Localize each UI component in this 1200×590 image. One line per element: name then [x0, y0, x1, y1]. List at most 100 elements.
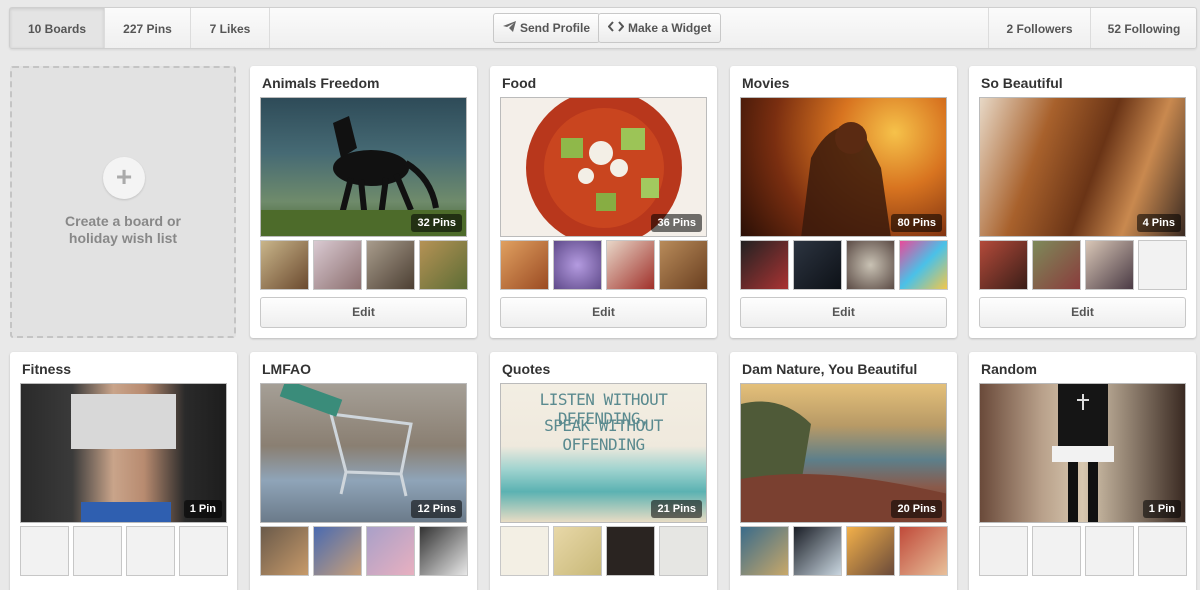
thumbnail[interactable] [553, 240, 602, 290]
likes-tab[interactable]: 7 Likes [191, 8, 270, 48]
pin-count-badge: 1 Pin [1142, 500, 1181, 518]
thumbnail[interactable] [846, 240, 895, 290]
thumbnail[interactable] [179, 526, 228, 576]
thumbnail[interactable] [1138, 240, 1187, 290]
thumbnail[interactable] [1085, 240, 1134, 290]
pin-count-badge: 1 Pin [183, 500, 222, 518]
board-cover-image[interactable]: 1 Pin [20, 383, 227, 523]
board-title[interactable]: Quotes [502, 361, 550, 377]
board-card[interactable]: Animals Freedom 32 Pins Edit [250, 66, 477, 338]
board-card[interactable]: Food 36 Pins Edit [490, 66, 717, 338]
thumbnail[interactable] [606, 240, 655, 290]
following-tab[interactable]: 52 Following [1090, 8, 1197, 48]
thumbnail[interactable] [606, 526, 655, 576]
thumbnail[interactable] [366, 526, 415, 576]
thumbnail[interactable] [793, 526, 842, 576]
board-thumbnails [979, 526, 1187, 576]
board-cover-image[interactable]: 4 Pins [979, 97, 1186, 237]
thumbnail[interactable] [73, 526, 122, 576]
thumbnail[interactable] [366, 240, 415, 290]
send-profile-label: Send Profile [520, 21, 591, 35]
create-board-tile[interactable]: + Create a board or holiday wish list [10, 66, 236, 338]
pin-count-badge: 32 Pins [411, 214, 462, 232]
board-card[interactable]: Random 1 Pin [969, 352, 1196, 590]
pins-tab[interactable]: 227 Pins [105, 8, 191, 48]
board-title[interactable]: Movies [742, 75, 789, 91]
edit-board-button[interactable]: Edit [740, 297, 947, 328]
thumbnail[interactable] [260, 526, 309, 576]
board-cover-image[interactable]: 36 Pins [500, 97, 707, 237]
board-card[interactable]: Fitness 1 Pin [10, 352, 237, 590]
thumbnail[interactable] [899, 240, 948, 290]
boards-tab[interactable]: 10 Boards [10, 8, 105, 48]
pin-count-badge: 20 Pins [891, 500, 942, 518]
thumbnail[interactable] [419, 240, 468, 290]
thumbnail[interactable] [419, 526, 468, 576]
thumbnail[interactable] [793, 240, 842, 290]
board-thumbnails [500, 240, 708, 290]
thumbnail[interactable] [553, 526, 602, 576]
board-thumbnails [500, 526, 708, 576]
make-widget-label: Make a Widget [628, 21, 712, 35]
send-profile-button[interactable]: Send Profile [493, 13, 601, 43]
pin-count-badge: 21 Pins [651, 500, 702, 518]
create-board-text: Create a board or holiday wish list [65, 213, 181, 246]
board-thumbnails [260, 526, 468, 576]
board-cover-image[interactable]: 1 Pin [979, 383, 1186, 523]
pin-count-badge: 80 Pins [891, 214, 942, 232]
plus-icon: + [103, 157, 145, 199]
board-thumbnails [740, 240, 948, 290]
thumbnail[interactable] [979, 526, 1028, 576]
board-thumbnails [260, 240, 468, 290]
board-title[interactable]: Dam Nature, You Beautiful [742, 361, 917, 377]
pin-count-badge: 4 Pins [1136, 214, 1181, 232]
pin-count-badge: 12 Pins [411, 500, 462, 518]
thumbnail[interactable] [1138, 526, 1187, 576]
thumbnail[interactable] [1032, 240, 1081, 290]
board-cover-image[interactable]: LISTEN WITHOUT DEFENDING, SPEAK WITHOUT … [500, 383, 707, 523]
board-cover-image[interactable]: 80 Pins [740, 97, 947, 237]
thumbnail[interactable] [126, 526, 175, 576]
board-title[interactable]: Food [502, 75, 536, 91]
board-title[interactable]: Fitness [22, 361, 71, 377]
thumbnail[interactable] [846, 526, 895, 576]
profile-toolbar: 10 Boards 227 Pins 7 Likes Send Profile … [9, 7, 1197, 49]
thumbnail[interactable] [20, 526, 69, 576]
board-title[interactable]: Animals Freedom [262, 75, 379, 91]
code-brackets-icon [607, 14, 625, 42]
thumbnail[interactable] [899, 526, 948, 576]
board-title[interactable]: So Beautiful [981, 75, 1063, 91]
thumbnail[interactable] [659, 526, 708, 576]
thumbnail[interactable] [979, 240, 1028, 290]
thumbnail[interactable] [313, 526, 362, 576]
board-thumbnails [20, 526, 228, 576]
board-cover-image[interactable]: 12 Pins [260, 383, 467, 523]
pin-count-badge: 36 Pins [651, 214, 702, 232]
thumbnail[interactable] [500, 240, 549, 290]
edit-board-button[interactable]: Edit [979, 297, 1186, 328]
board-thumbnails [979, 240, 1187, 290]
edit-board-button[interactable]: Edit [500, 297, 707, 328]
followers-tab[interactable]: 2 Followers [988, 8, 1090, 48]
board-cover-image[interactable]: 20 Pins [740, 383, 947, 523]
thumbnail[interactable] [740, 526, 789, 576]
quote-line-2: SPEAK WITHOUT OFFENDING [544, 416, 663, 454]
board-card[interactable]: So Beautiful 4 Pins Edit [969, 66, 1196, 338]
thumbnail[interactable] [740, 240, 789, 290]
board-title[interactable]: Random [981, 361, 1037, 377]
board-thumbnails [740, 526, 948, 576]
thumbnail[interactable] [313, 240, 362, 290]
board-card[interactable]: Movies 80 Pins Edit [730, 66, 957, 338]
thumbnail[interactable] [659, 240, 708, 290]
thumbnail[interactable] [1085, 526, 1134, 576]
board-card[interactable]: Dam Nature, You Beautiful 20 Pins [730, 352, 957, 590]
board-title[interactable]: LMFAO [262, 361, 311, 377]
thumbnail[interactable] [500, 526, 549, 576]
edit-board-button[interactable]: Edit [260, 297, 467, 328]
board-card[interactable]: Quotes LISTEN WITHOUT DEFENDING, SPEAK W… [490, 352, 717, 590]
board-cover-image[interactable]: 32 Pins [260, 97, 467, 237]
thumbnail[interactable] [260, 240, 309, 290]
make-widget-button[interactable]: Make a Widget [598, 13, 722, 43]
thumbnail[interactable] [1032, 526, 1081, 576]
board-card[interactable]: LMFAO 12 Pins [250, 352, 477, 590]
